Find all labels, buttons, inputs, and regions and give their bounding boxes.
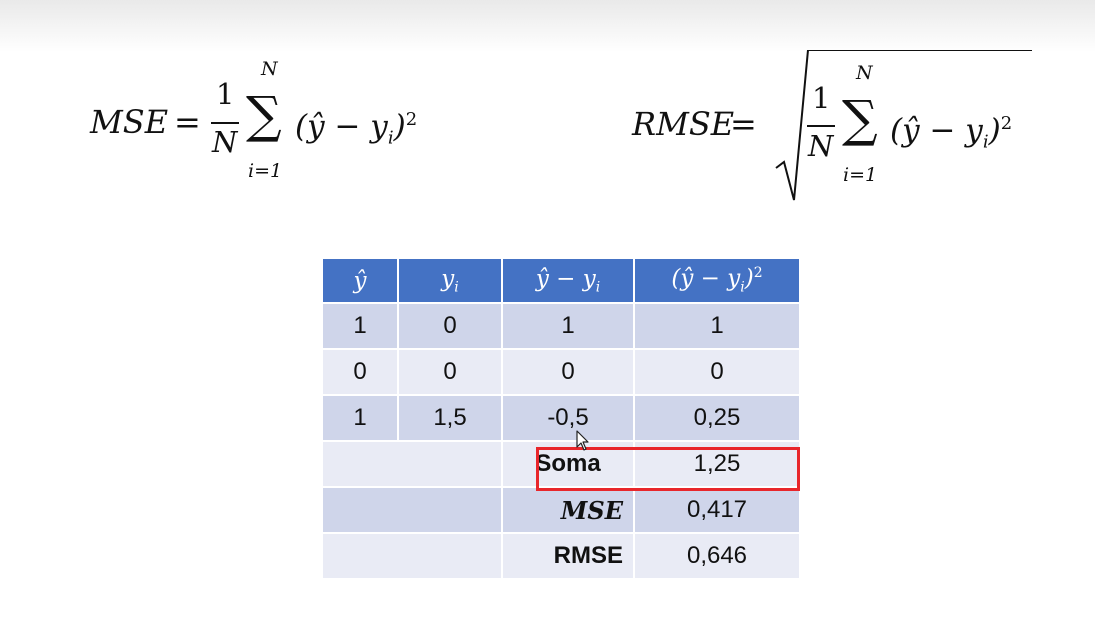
mse-fraction-bar bbox=[211, 122, 239, 124]
mse-formula: MSE = 1 N N ∑ i=1 (ŷ − yi)2 bbox=[90, 58, 450, 198]
rmse-formula: RMSE = 1 N N ∑ i=1 (ŷ − yi)2 bbox=[630, 50, 1050, 201]
table-row: 0 0 0 0 bbox=[321, 348, 801, 396]
table-header-row: ŷ yi ŷ − yi (ŷ − yi)2 bbox=[321, 257, 801, 304]
cell-y-hat: 1 bbox=[321, 394, 399, 442]
mouse-pointer-icon bbox=[576, 430, 589, 451]
mse-summand: (ŷ − yi)2 bbox=[295, 108, 418, 149]
cell-y-i: 0 bbox=[397, 348, 503, 396]
mse-fraction-denominator: N bbox=[212, 125, 238, 159]
rmse-sigma-symbol: ∑ bbox=[842, 90, 878, 148]
cell-y-hat: 0 bbox=[321, 348, 399, 396]
table-row: 1 1,5 -0,5 0,25 bbox=[321, 394, 801, 442]
header-squared-difference: (ŷ − yi)2 bbox=[633, 257, 801, 304]
rmse-fraction-numerator: 1 bbox=[812, 81, 831, 115]
cell-y-i: 1,5 bbox=[397, 394, 503, 442]
cell-y-i: 0 bbox=[397, 302, 503, 350]
rmse-sum-upper-limit: N bbox=[856, 62, 873, 84]
rmse-fraction-denominator: N bbox=[808, 129, 834, 163]
mse-sum-upper-limit: N bbox=[261, 58, 278, 80]
mse-equals-sign: = bbox=[174, 103, 201, 141]
rmse-fraction-bar bbox=[807, 125, 835, 127]
cell-squared-difference: 1 bbox=[633, 302, 801, 350]
cell-difference: 0 bbox=[501, 348, 635, 396]
table-row: 1 0 1 1 bbox=[321, 302, 801, 350]
summary-empty-cell bbox=[321, 486, 503, 534]
rmse-summand: (ŷ − yi)2 bbox=[890, 112, 1013, 153]
cell-squared-difference: 0 bbox=[633, 348, 801, 396]
summary-row-rmse: RMSE 0,646 bbox=[321, 532, 801, 580]
summary-value-rmse: 0,646 bbox=[633, 532, 801, 580]
mse-formula-lhs: MSE bbox=[90, 103, 169, 141]
summary-row-mse: MSE 0,417 bbox=[321, 486, 801, 534]
results-table: ŷ yi ŷ − yi (ŷ − yi)2 1 0 1 1 0 0 0 0 1 … bbox=[321, 257, 801, 580]
mse-sigma-symbol: ∑ bbox=[246, 86, 282, 144]
summary-label-mse: MSE bbox=[501, 486, 635, 534]
rmse-sum-lower-limit: i=1 bbox=[843, 164, 878, 186]
summary-empty-cell bbox=[321, 440, 503, 488]
mse-fraction-numerator: 1 bbox=[216, 77, 235, 111]
summary-empty-cell bbox=[321, 532, 503, 580]
summary-label-rmse: RMSE bbox=[501, 532, 635, 580]
header-y-hat: ŷ bbox=[321, 257, 399, 304]
cell-difference: -0,5 bbox=[501, 394, 635, 442]
cell-squared-difference: 0,25 bbox=[633, 394, 801, 442]
cell-difference: 1 bbox=[501, 302, 635, 350]
soma-highlight-box bbox=[536, 447, 800, 491]
header-y-i: yi bbox=[397, 257, 503, 304]
rmse-equals-sign: = bbox=[730, 105, 757, 143]
summary-value-mse: 0,417 bbox=[633, 486, 801, 534]
top-shade bbox=[0, 0, 1095, 52]
mse-sum-lower-limit: i=1 bbox=[248, 160, 283, 182]
rmse-formula-lhs: RMSE bbox=[632, 105, 735, 143]
cell-y-hat: 1 bbox=[321, 302, 399, 350]
header-difference: ŷ − yi bbox=[501, 257, 635, 304]
